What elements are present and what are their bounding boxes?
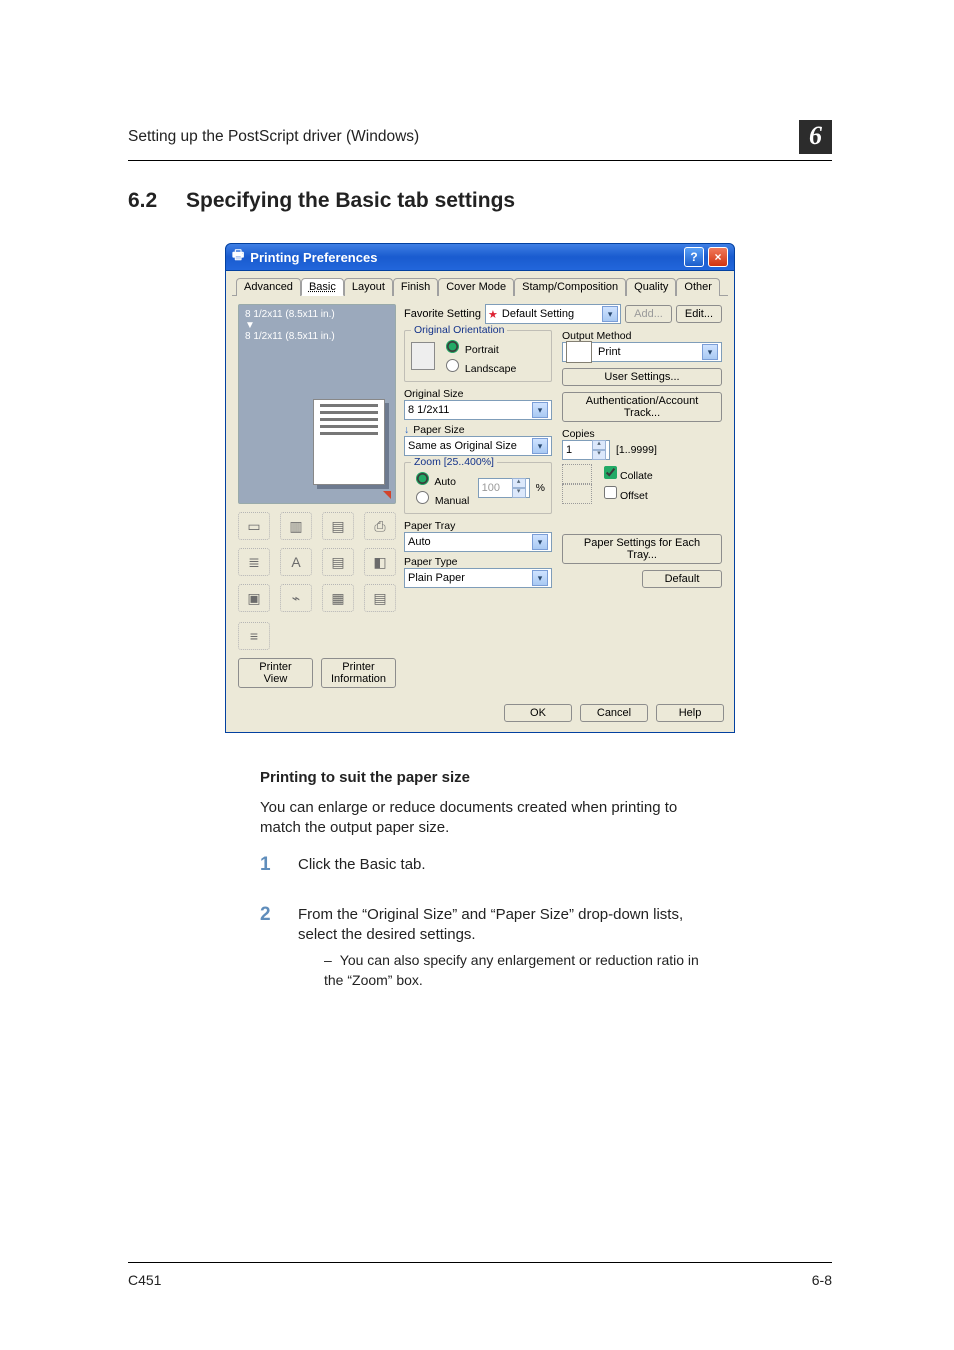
paper-size-select[interactable]: Same as Original Size▾ xyxy=(404,436,552,456)
preview-src-size: 8 1/2x11 (8.5x11 in.) xyxy=(245,309,389,320)
header-rule xyxy=(128,160,832,161)
preview-sheet-icon xyxy=(313,399,385,485)
chevron-down-icon: ▾ xyxy=(532,570,548,586)
collate-checkbox[interactable]: Collate xyxy=(604,466,653,482)
offset-icon xyxy=(562,484,592,504)
dialog-titlebar: 🖶 Printing Preferences ? × xyxy=(225,243,735,271)
zoom-percent-label: % xyxy=(536,482,545,494)
feature-icon: ≡ xyxy=(238,622,270,650)
favorite-setting-label: Favorite Setting xyxy=(404,308,481,320)
zoom-auto-radio[interactable]: Auto xyxy=(411,476,456,488)
close-titlebar-button[interactable]: × xyxy=(708,247,728,267)
favorite-setting-select[interactable]: ★ Default Setting ▾ xyxy=(485,304,621,324)
paper-tray-select[interactable]: Auto▾ xyxy=(404,532,552,552)
feature-icon: ▤ xyxy=(322,512,354,540)
printer-information-button[interactable]: Printer Information xyxy=(321,658,396,688)
tab-cover-mode[interactable]: Cover Mode xyxy=(438,278,514,296)
collate-icon xyxy=(562,464,592,484)
tab-basic[interactable]: Basic xyxy=(301,278,344,296)
offset-checkbox[interactable]: Offset xyxy=(604,486,648,502)
portrait-icon xyxy=(411,342,435,370)
copies-label: Copies xyxy=(562,428,722,440)
printer-view-button[interactable]: Printer View xyxy=(238,658,313,688)
down-arrow-icon: ▼ xyxy=(245,320,255,331)
tab-finish[interactable]: Finish xyxy=(393,278,438,296)
paper-size-label: Paper Size xyxy=(413,424,464,436)
original-orientation-group: Original Orientation Portrait Landscape xyxy=(404,330,552,382)
favorite-edit-button[interactable]: Edit... xyxy=(676,305,722,323)
tab-layout[interactable]: Layout xyxy=(344,278,393,296)
default-button[interactable]: Default xyxy=(642,570,722,588)
favorite-add-button[interactable]: Add... xyxy=(625,305,672,323)
chevron-down-icon: ▾ xyxy=(702,344,718,360)
resize-grip-icon xyxy=(383,491,391,499)
tab-quality[interactable]: Quality xyxy=(626,278,676,296)
ok-button[interactable]: OK xyxy=(504,704,572,722)
chevron-down-icon: ▾ xyxy=(602,306,618,322)
authentication-button[interactable]: Authentication/Account Track... xyxy=(562,392,722,422)
help-titlebar-button[interactable]: ? xyxy=(684,247,704,267)
tab-strip: Advanced Basic Layout Finish Cover Mode … xyxy=(232,277,728,296)
favorite-setting-value: Default Setting xyxy=(502,308,574,320)
subsection-title: Printing to suit the paper size xyxy=(260,769,700,786)
step-2-subbullet: –You can also specify any enlargement or… xyxy=(324,951,700,990)
running-header: Setting up the PostScript driver (Window… xyxy=(128,128,419,146)
down-arrow-icon: ↓ xyxy=(404,424,409,436)
tab-advanced[interactable]: Advanced xyxy=(236,278,301,296)
help-button[interactable]: Help xyxy=(656,704,724,722)
preview-dst-size: 8 1/2x11 (8.5x11 in.) xyxy=(245,331,389,342)
zoom-value-spin[interactable]: 100▴▾ xyxy=(478,478,530,498)
section-title: Specifying the Basic tab settings xyxy=(186,189,515,213)
original-size-label: Original Size xyxy=(404,388,552,400)
star-icon: ★ xyxy=(488,308,498,321)
step-1-text: Click the Basic tab. xyxy=(298,855,426,875)
step-2-text: From the “Original Size” and “Paper Size… xyxy=(298,906,683,943)
feature-icon: ▥ xyxy=(280,512,312,540)
feature-icon: ⌁ xyxy=(280,584,312,612)
footer-pagenum: 6-8 xyxy=(812,1272,832,1288)
footer-model: C451 xyxy=(128,1272,161,1288)
zoom-group: Zoom [25..400%] Auto Manual 100▴▾ xyxy=(404,462,552,514)
feature-icon: ▤ xyxy=(364,584,396,612)
user-settings-button[interactable]: User Settings... xyxy=(562,368,722,386)
feature-icon: ▣ xyxy=(238,584,270,612)
chevron-down-icon: ▾ xyxy=(532,438,548,454)
section-number: 6.2 xyxy=(128,189,168,213)
copies-range-label: [1..9999] xyxy=(616,444,657,456)
zoom-manual-radio[interactable]: Manual xyxy=(411,495,469,507)
chevron-down-icon: ▾ xyxy=(532,402,548,418)
body-paragraph: You can enlarge or reduce documents crea… xyxy=(260,798,700,839)
feature-icon: A xyxy=(280,548,312,576)
feature-icon: ▦ xyxy=(322,584,354,612)
feature-icon: ≣ xyxy=(238,548,270,576)
original-size-select[interactable]: 8 1/2x11▾ xyxy=(404,400,552,420)
feature-icon: ◧ xyxy=(364,548,396,576)
printing-preferences-dialog: 🖶 Printing Preferences ? × Advanced Basi… xyxy=(225,243,735,733)
output-method-select[interactable]: Print ▾ xyxy=(562,342,722,362)
paper-type-select[interactable]: Plain Paper▾ xyxy=(404,568,552,588)
tab-stamp-composition[interactable]: Stamp/Composition xyxy=(514,278,626,296)
tab-other[interactable]: Other xyxy=(676,278,720,296)
cancel-button[interactable]: Cancel xyxy=(580,704,648,722)
copies-spin[interactable]: 1▴▾ xyxy=(562,440,610,460)
feature-icon: ▭ xyxy=(238,512,270,540)
chapter-number-badge: 6 xyxy=(799,120,832,154)
chevron-down-icon: ▾ xyxy=(532,534,548,550)
paper-type-label: Paper Type xyxy=(404,556,552,568)
feature-icon: ▤ xyxy=(322,548,354,576)
feature-icon: ⎙ xyxy=(364,512,396,540)
paper-tray-label: Paper Tray xyxy=(404,520,552,532)
dialog-title: Printing Preferences xyxy=(250,250,377,265)
paper-settings-tray-button[interactable]: Paper Settings for Each Tray... xyxy=(562,534,722,564)
printer-icon xyxy=(566,341,592,363)
paper-preview-pane: 8 1/2x11 (8.5x11 in.) ▼ 8 1/2x11 (8.5x11… xyxy=(238,304,396,504)
landscape-radio[interactable]: Landscape xyxy=(441,363,516,375)
portrait-radio[interactable]: Portrait xyxy=(441,344,499,356)
